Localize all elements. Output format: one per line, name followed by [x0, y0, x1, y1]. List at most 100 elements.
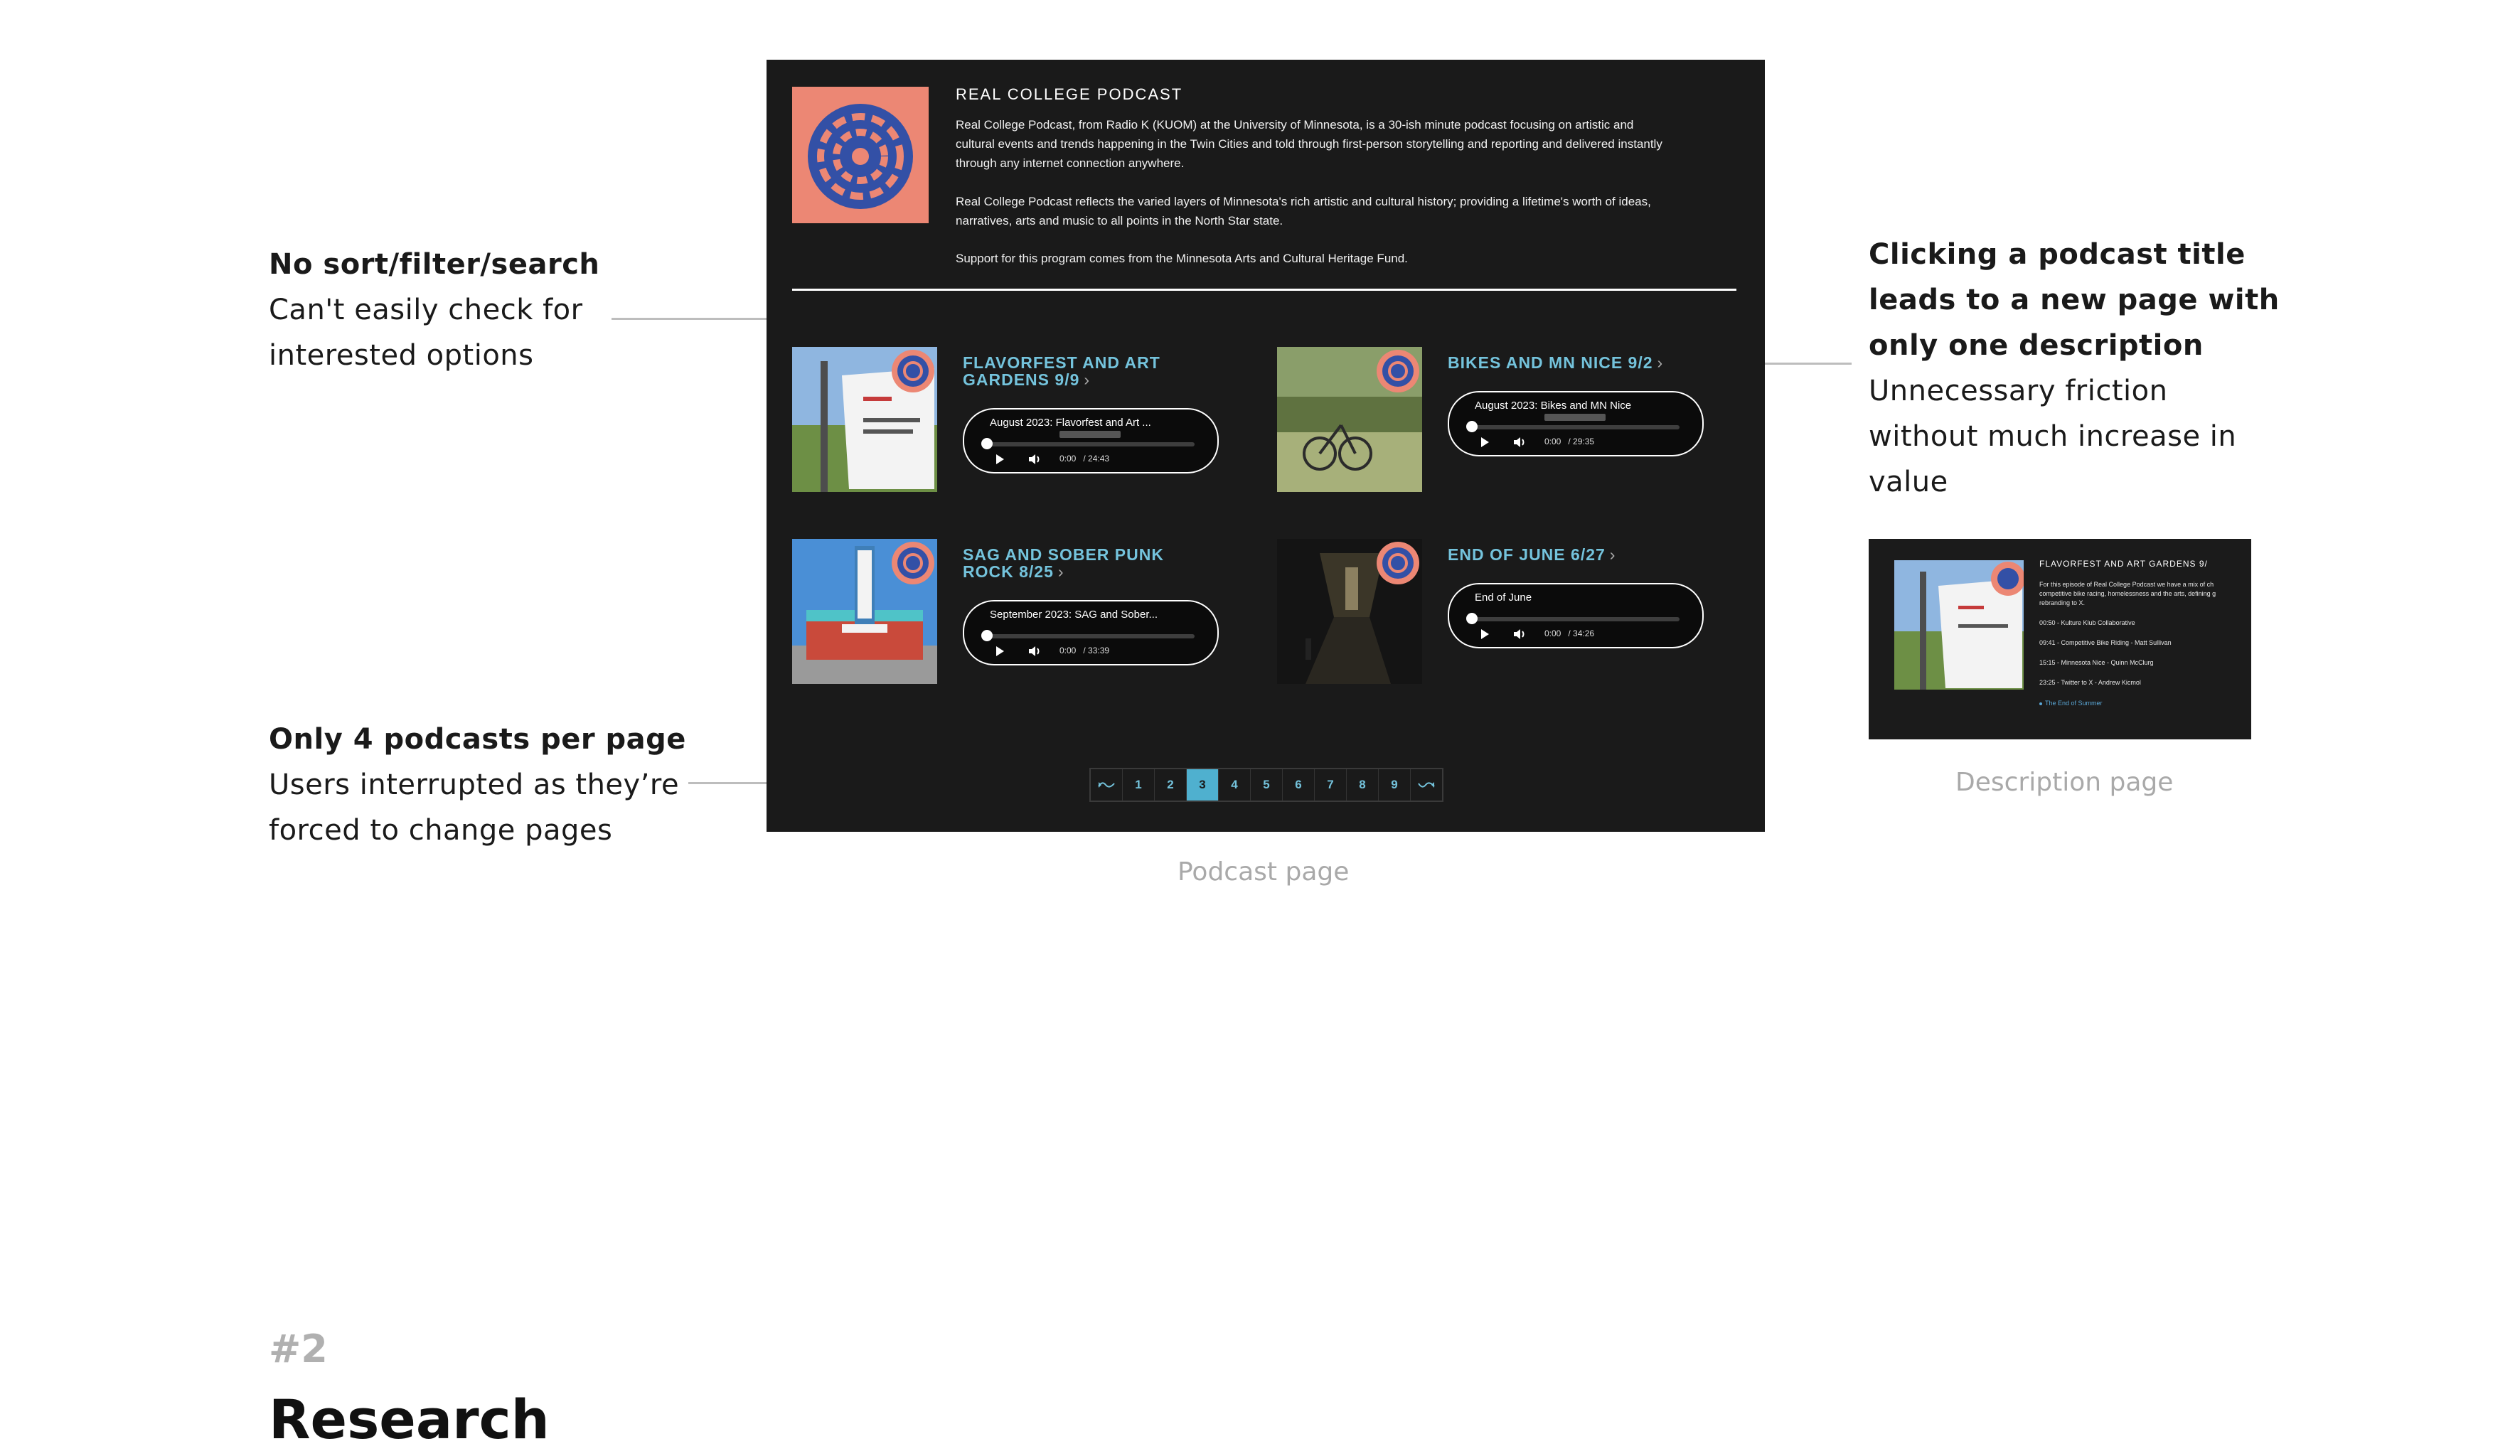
- seek-bar[interactable]: [1470, 425, 1680, 429]
- description-intro: rebranding to X.: [2039, 599, 2086, 606]
- page-button-7[interactable]: 7: [1315, 769, 1347, 801]
- current-time: 0:00: [1544, 628, 1561, 638]
- section-title: Research: [269, 1388, 550, 1451]
- player-time: 0:00 / 29:35: [1544, 437, 1594, 446]
- play-icon[interactable]: [994, 646, 1005, 657]
- volume-icon[interactable]: [1028, 454, 1042, 465]
- timestamp-item: 09:41 - Competitive Bike Riding - Matt S…: [2039, 639, 2172, 646]
- duration: / 29:35: [1568, 437, 1595, 446]
- podcast-badge-icon: [1377, 542, 1419, 584]
- audio-player[interactable]: End of June 0:00 / 34:26: [1448, 583, 1704, 648]
- description-title: FLAVORFEST AND ART GARDENS 9/: [2039, 559, 2208, 569]
- wave-prev-icon[interactable]: [1091, 769, 1123, 801]
- timestamp-item: 00:50 - Kulture Klub Collaborative: [2039, 619, 2135, 626]
- intro-paragraph: Real College Podcast, from Radio K (KUOM…: [956, 118, 1662, 170]
- connector-line: [612, 318, 767, 320]
- volume-icon[interactable]: [1513, 437, 1527, 448]
- player-episode-label: August 2023: Bikes and MN Nice: [1475, 400, 1632, 412]
- description-intro: competitive bike racing, homelessness an…: [2039, 590, 2216, 597]
- seek-handle[interactable]: [1466, 421, 1478, 432]
- page-button-5[interactable]: 5: [1251, 769, 1283, 801]
- chevron-right-icon: ›: [1657, 353, 1664, 372]
- current-time: 0:00: [1059, 646, 1077, 655]
- annotation-title: Clicking a podcast title: [1869, 238, 2246, 271]
- duration: / 24:43: [1083, 454, 1110, 464]
- volume-icon[interactable]: [1513, 628, 1527, 640]
- play-icon[interactable]: [1479, 628, 1490, 640]
- timestamp-item: 23:25 - Twitter to X - Andrew Kicmol: [2039, 679, 2141, 686]
- play-icon[interactable]: [1479, 437, 1490, 448]
- intro-paragraph: Support for this program comes from the …: [956, 252, 1408, 265]
- episode-title-link[interactable]: END OF JUNE 6/27 ›: [1448, 546, 1718, 563]
- page-button-4[interactable]: 4: [1219, 769, 1251, 801]
- podcast-badge-icon: [892, 350, 934, 392]
- page-button-3-current[interactable]: 3: [1187, 769, 1219, 801]
- podcast-page-caption: Podcast page: [1178, 857, 1350, 887]
- duration: / 33:39: [1083, 646, 1110, 655]
- player-time: 0:00 / 34:26: [1544, 628, 1594, 638]
- chevron-right-icon: ›: [1084, 370, 1091, 389]
- timestamp-item: 15:15 - Minnesota Nice - Quinn McClurg: [2039, 659, 2154, 666]
- seek-tooltip: [1544, 414, 1606, 421]
- page-button-9[interactable]: 9: [1379, 769, 1411, 801]
- player-time: 0:00 / 33:39: [1059, 646, 1109, 655]
- bullet: [2039, 702, 2042, 705]
- seek-handle[interactable]: [981, 438, 993, 449]
- play-icon[interactable]: [994, 454, 1005, 465]
- current-time: 0:00: [1059, 454, 1077, 464]
- player-time: 0:00 / 24:43: [1059, 454, 1109, 464]
- page-button-8[interactable]: 8: [1347, 769, 1379, 801]
- seek-bar[interactable]: [986, 442, 1195, 446]
- annotation-text: forced to change pages: [269, 814, 613, 847]
- annotation-text: interested options: [269, 339, 534, 372]
- audio-player[interactable]: August 2023: Bikes and MN Nice 0:00 / 29…: [1448, 391, 1704, 456]
- chevron-right-icon: ›: [1609, 545, 1616, 564]
- divider: [792, 289, 1736, 291]
- annotation-title: No sort/filter/search: [269, 248, 600, 281]
- duration: / 34:26: [1568, 628, 1595, 638]
- page-button-1[interactable]: 1: [1123, 769, 1155, 801]
- podcast-badge-icon: [1377, 350, 1419, 392]
- episode-title-text: BIKES AND MN NICE 9/2: [1448, 353, 1653, 372]
- volume-icon[interactable]: [1028, 646, 1042, 657]
- wave-next-icon[interactable]: [1411, 769, 1442, 801]
- description-intro: For this episode of Real College Podcast…: [2039, 581, 2214, 588]
- annotation-text: Unnecessary friction: [1869, 375, 2168, 407]
- section-number: #2: [269, 1327, 328, 1371]
- current-time: 0:00: [1544, 437, 1561, 446]
- episode-thumbnail[interactable]: [792, 539, 937, 684]
- art-garden-sign-image: [1894, 560, 2024, 690]
- seek-bar[interactable]: [1470, 617, 1680, 621]
- seek-handle[interactable]: [981, 630, 993, 641]
- episode-thumbnail[interactable]: [1277, 347, 1422, 492]
- episode-title-text: FLAVORFEST AND ART GARDENS 9/9: [963, 353, 1160, 389]
- chevron-right-icon: ›: [1057, 562, 1064, 581]
- episode-title-text: END OF JUNE 6/27: [1448, 545, 1606, 564]
- podcast-page-screenshot: REAL COLLEGE PODCAST Real College Podcas…: [767, 60, 1765, 832]
- annotation-title: Only 4 podcasts per page: [269, 723, 686, 756]
- episode-thumbnail[interactable]: [792, 347, 937, 492]
- page-button-6[interactable]: 6: [1283, 769, 1315, 801]
- episode-thumbnail[interactable]: [1277, 539, 1422, 684]
- description-page-screenshot: FLAVORFEST AND ART GARDENS 9/ For this e…: [1869, 539, 2251, 739]
- description-link[interactable]: The End of Summer: [2045, 700, 2103, 707]
- episode-title-link[interactable]: BIKES AND MN NICE 9/2 ›: [1448, 354, 1718, 371]
- annotation-text: Can't easily check for: [269, 294, 583, 326]
- annotation-text: Users interrupted as they’re: [269, 769, 680, 801]
- audio-player[interactable]: September 2023: SAG and Sober... 0:00 / …: [963, 600, 1219, 665]
- page-button-2[interactable]: 2: [1155, 769, 1187, 801]
- annotation-title: only one description: [1869, 329, 2204, 362]
- annotation-no-sort: No sort/filter/search Can't easily check…: [269, 242, 599, 378]
- podcast-badge-icon: [892, 542, 934, 584]
- annotation-text: value: [1869, 466, 1948, 498]
- real-college-podcast-logo: [792, 87, 929, 223]
- episode-title-link[interactable]: FLAVORFEST AND ART GARDENS 9/9 ›: [963, 354, 1197, 388]
- logo-art: [792, 87, 929, 223]
- player-episode-label: September 2023: SAG and Sober...: [990, 609, 1158, 621]
- player-episode-label: End of June: [1475, 592, 1532, 604]
- seek-bar[interactable]: [986, 634, 1195, 638]
- episode-title-link[interactable]: SAG AND SOBER PUNK ROCK 8/25 ›: [963, 546, 1197, 580]
- annotation-title: leads to a new page with: [1869, 284, 2280, 316]
- seek-handle[interactable]: [1466, 613, 1478, 624]
- audio-player[interactable]: August 2023: Flavorfest and Art ... 0:00…: [963, 408, 1219, 473]
